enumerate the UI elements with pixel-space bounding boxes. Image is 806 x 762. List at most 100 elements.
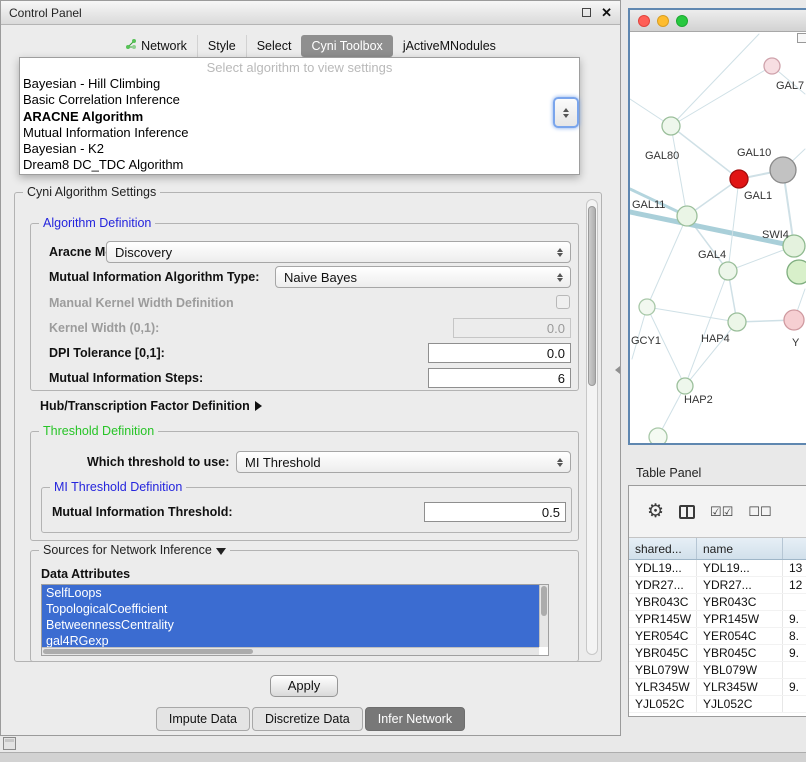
tab-network[interactable]: Network [115, 34, 197, 57]
mi-threshold-input[interactable] [424, 502, 566, 522]
table-row[interactable]: YBR043CYBR043C [629, 594, 806, 611]
column-header[interactable] [783, 538, 806, 559]
network-scroll-corner[interactable] [797, 33, 806, 43]
table-cell: YDL19... [697, 560, 783, 576]
apply-button[interactable]: Apply [270, 675, 338, 697]
sources-section-toggle[interactable]: Sources for Network Inference [39, 543, 230, 557]
tab-discretize-data[interactable]: Discretize Data [252, 707, 363, 731]
table-row[interactable]: YDL19...YDL19...13 [629, 560, 806, 577]
table-panel-window: ⚙ ☑☑ ☐☐ shared... name YDL19...YDL19...1… [628, 485, 806, 717]
zoom-traffic-light[interactable] [676, 15, 688, 27]
table-row[interactable]: YBL079WYBL079W [629, 662, 806, 679]
table-row[interactable]: YJL052CYJL052C [629, 696, 806, 713]
list-vertical-scrollbar[interactable] [539, 585, 548, 647]
aracne-mode-select[interactable]: Discovery [106, 241, 571, 263]
float-window-icon[interactable] [582, 8, 591, 17]
dpi-tolerance-input[interactable] [428, 343, 571, 363]
settings-scrollbar[interactable] [586, 199, 598, 655]
combo-arrows-icon [553, 273, 567, 282]
network-edge[interactable] [647, 307, 737, 322]
table-cell: YBR045C [629, 645, 697, 661]
hub-transcription-section-toggle[interactable]: Hub/Transcription Factor Definition [40, 399, 262, 413]
which-threshold-select[interactable]: MI Threshold [236, 451, 571, 473]
column-header[interactable]: shared... [629, 538, 697, 559]
dropdown-item[interactable]: Basic Correlation Inference [20, 92, 579, 108]
table-row[interactable]: YPR145WYPR145W9. [629, 611, 806, 628]
kernel-width-input[interactable] [453, 318, 571, 338]
dropdown-item[interactable]: Bayesian - Hill Climbing [20, 76, 579, 92]
group-title: Cyni Algorithm Settings [23, 185, 160, 199]
table-cell: YPR145W [697, 611, 783, 627]
network-node-label: GAL10 [737, 147, 771, 159]
table-row[interactable]: YBR045CYBR045C9. [629, 645, 806, 662]
tab-infer-network[interactable]: Infer Network [365, 707, 465, 731]
tab-cyni-toolbox[interactable]: Cyni Toolbox [301, 35, 392, 57]
deselect-all-checkboxes-icon[interactable]: ☐☐ [748, 505, 771, 518]
network-edge[interactable] [671, 66, 772, 126]
select-all-checkboxes-icon[interactable]: ☑☑ [710, 505, 733, 518]
combo-value: Discovery [107, 245, 553, 260]
table-row[interactable]: YLR345WYLR345W9. [629, 679, 806, 696]
network-edge[interactable] [671, 126, 739, 179]
network-node[interactable] [662, 117, 680, 135]
network-node[interactable] [639, 299, 655, 315]
tab-select[interactable]: Select [246, 35, 302, 57]
close-icon[interactable]: ✕ [601, 5, 612, 21]
minimized-panel-icon[interactable] [3, 737, 16, 750]
network-edge[interactable] [647, 216, 687, 307]
network-node[interactable] [677, 378, 693, 394]
tab-style[interactable]: Style [197, 35, 246, 57]
network-canvas[interactable]: GAL7GAL80GAL10GAL11GAL1SWI4GAL4GCY1HAP4H… [630, 32, 806, 443]
panel-divider-handle[interactable] [615, 366, 620, 374]
mi-algorithm-type-select[interactable]: Naive Bayes [275, 266, 571, 288]
mi-threshold-definition-group: MI Threshold Definition Mutual Informati… [41, 487, 572, 533]
dropdown-item[interactable]: Dream8 DC_TDC Algorithm [20, 157, 579, 173]
tab-impute-data[interactable]: Impute Data [156, 707, 250, 731]
network-node[interactable] [677, 206, 697, 226]
table-toolbar: ⚙ ☑☑ ☐☐ [629, 486, 806, 538]
network-node[interactable] [787, 260, 806, 284]
data-attributes-list[interactable]: SelfLoopsTopologicalCoefficientBetweenne… [41, 584, 549, 656]
minimize-traffic-light[interactable] [657, 15, 669, 27]
network-edge[interactable] [671, 126, 687, 216]
attribute-list-item[interactable]: TopologicalCoefficient [42, 601, 539, 617]
scrollbar-thumb[interactable] [541, 586, 547, 616]
table-cell: 9. [783, 645, 806, 661]
network-node[interactable] [770, 157, 796, 183]
close-traffic-light[interactable] [638, 15, 650, 27]
attribute-list-item[interactable]: SelfLoops [42, 585, 539, 601]
algorithm-combobox-button[interactable] [553, 97, 579, 128]
tab-label: Select [257, 39, 292, 53]
network-window-titlebar[interactable] [630, 10, 806, 32]
table-row[interactable]: YDR27...YDR27...12 [629, 577, 806, 594]
network-edge[interactable] [685, 322, 737, 386]
column-header[interactable]: name [697, 538, 783, 559]
gear-icon[interactable]: ⚙ [647, 502, 664, 521]
table-cell: 13 [783, 560, 806, 576]
network-node[interactable] [764, 58, 780, 74]
columns-icon[interactable] [679, 505, 695, 519]
network-node[interactable] [784, 310, 804, 330]
list-horizontal-scrollbar[interactable] [42, 647, 539, 655]
manual-kernel-width-checkbox[interactable] [556, 295, 570, 309]
network-edge[interactable] [728, 179, 739, 271]
table-row[interactable]: YER054CYER054C8. [629, 628, 806, 645]
network-node[interactable] [728, 313, 746, 331]
network-graph: GAL7GAL80GAL10GAL11GAL1SWI4GAL4GCY1HAP4H… [630, 32, 806, 443]
scrollbar-thumb[interactable] [43, 649, 253, 654]
network-node[interactable] [730, 170, 748, 188]
tab-jactivemodules[interactable]: jActiveMNodules [393, 35, 506, 57]
scrollbar-thumb[interactable] [588, 206, 596, 386]
dropdown-item-selected[interactable]: ARACNE Algorithm [20, 109, 579, 125]
network-node-label: HAP2 [684, 394, 713, 406]
network-edge[interactable] [671, 34, 759, 126]
dropdown-item[interactable]: Mutual Information Inference [20, 125, 579, 141]
mi-steps-input[interactable] [428, 368, 571, 388]
attribute-list-item[interactable]: BetweennessCentrality [42, 617, 539, 633]
dropdown-item[interactable]: Bayesian - K2 [20, 141, 579, 157]
table-cell: YDR27... [697, 577, 783, 593]
network-edge[interactable] [685, 271, 728, 386]
control-panel-titlebar[interactable]: Control Panel ✕ [1, 1, 620, 25]
network-node[interactable] [719, 262, 737, 280]
network-node[interactable] [649, 428, 667, 443]
